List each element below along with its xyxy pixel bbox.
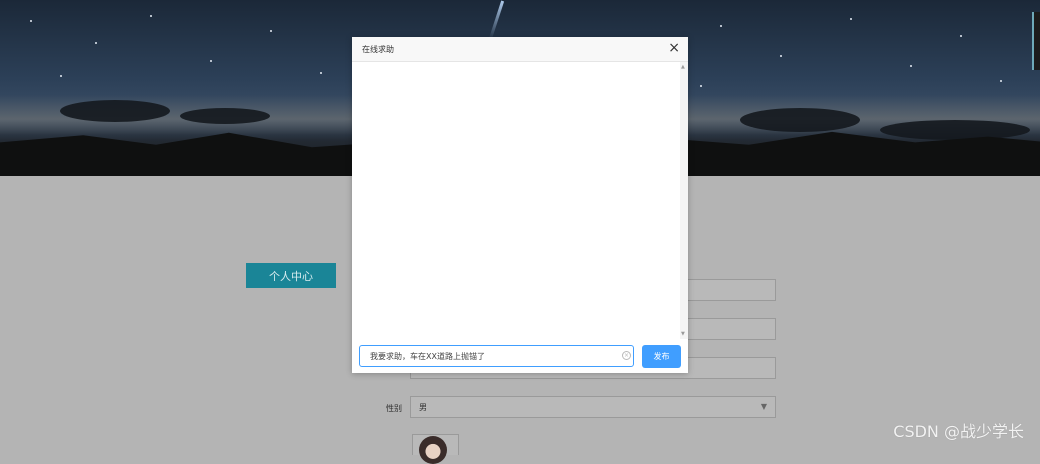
help-dialog: 在线求助 × ▲ ▼ × 发布 [352, 37, 688, 373]
star [780, 55, 782, 57]
star [960, 35, 962, 37]
close-icon[interactable]: × [668, 41, 680, 55]
star [320, 72, 322, 74]
star [30, 20, 32, 22]
side-widget-tab[interactable] [1032, 12, 1040, 70]
avatar [419, 436, 447, 464]
comet [488, 0, 505, 40]
cloud [180, 108, 270, 124]
message-input[interactable] [359, 345, 634, 367]
clear-icon[interactable]: × [622, 351, 631, 360]
scroll-down-icon[interactable]: ▼ [681, 331, 685, 337]
star [95, 42, 97, 44]
watermark: CSDN @战少学长 [893, 422, 1024, 441]
star [150, 15, 152, 17]
star [850, 18, 852, 20]
message-input-bar: × 发布 [352, 339, 688, 373]
star [700, 85, 702, 87]
dialog-header: 在线求助 × [352, 37, 688, 62]
chat-scrollbar[interactable]: ▲ ▼ [680, 62, 688, 339]
scroll-up-icon[interactable]: ▲ [681, 64, 685, 70]
gender-label: 性别 [386, 404, 402, 413]
star [1000, 80, 1002, 82]
chat-message-area[interactable] [352, 62, 680, 362]
gender-select[interactable]: 男 ▼ [410, 396, 776, 418]
cloud [740, 108, 860, 132]
star [210, 60, 212, 62]
cloud [60, 100, 170, 122]
publish-button[interactable]: 发布 [642, 345, 681, 368]
chevron-down-icon: ▼ [760, 402, 767, 411]
star [60, 75, 62, 77]
star [720, 25, 722, 27]
star [910, 65, 912, 67]
star [270, 30, 272, 32]
gender-value: 男 [419, 402, 427, 412]
profile-center-button[interactable]: 个人中心 [246, 263, 336, 288]
dialog-title: 在线求助 [362, 45, 394, 54]
cloud [880, 120, 1030, 140]
